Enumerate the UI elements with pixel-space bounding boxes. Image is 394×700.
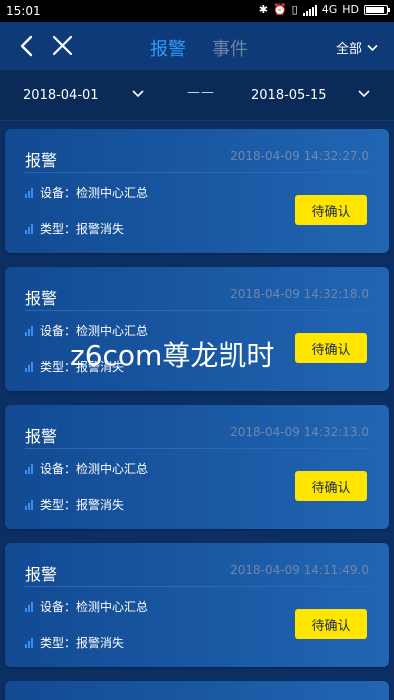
- signal-bars-icon: [25, 187, 33, 198]
- type-row: 类型：报警消失: [25, 496, 124, 513]
- network-label: 4G: [321, 3, 338, 16]
- card-title: 报警: [25, 151, 58, 170]
- vibrate-icon: ▯: [291, 3, 298, 16]
- signal-bars-icon: [25, 499, 33, 510]
- signal-icon: [302, 4, 317, 16]
- confirm-button[interactable]: 待确认: [295, 333, 367, 363]
- battery-icon: [364, 5, 390, 15]
- confirm-button[interactable]: 待确认: [295, 609, 367, 639]
- hd-label: HD: [342, 3, 359, 16]
- card-timestamp: 2018-04-09 14:32:27.0: [230, 149, 369, 163]
- alarm-card[interactable]: 报警 2018-04-09 14:11:49.0 设备：检测中心汇总 类型：报警…: [5, 543, 389, 667]
- device-label: 设备：检测中心汇总: [40, 462, 149, 476]
- device-label: 设备：检测中心汇总: [40, 600, 149, 614]
- signal-bars-icon: [25, 463, 33, 474]
- type-label: 类型：报警消失: [40, 222, 125, 236]
- chevron-down-icon: [367, 44, 378, 51]
- type-row: 类型：报警消失: [25, 220, 124, 237]
- bluetooth-icon: ✱: [258, 3, 268, 16]
- chevron-down-icon[interactable]: [358, 89, 370, 98]
- tab-event[interactable]: 事件: [212, 35, 248, 61]
- card-timestamp: 2018-04-09 14:32:18.0: [230, 287, 369, 301]
- back-button[interactable]: [14, 32, 42, 60]
- card-divider: [25, 310, 369, 311]
- card-divider: [25, 586, 369, 587]
- alarm-clock-icon: ⏰: [272, 3, 287, 16]
- type-row: 类型：报警消失: [25, 634, 124, 651]
- confirm-button[interactable]: 待确认: [295, 471, 367, 501]
- card-title: 报警: [25, 427, 58, 446]
- start-date-selector[interactable]: 2018-04-01: [23, 70, 99, 120]
- signal-bars-icon: [25, 601, 33, 612]
- nav-bar: 报警 事件 全部: [0, 22, 394, 70]
- watermark-text: z6com尊龙凯时: [70, 339, 275, 372]
- device-row: 设备：检测中心汇总: [25, 460, 148, 477]
- device-label: 设备：检测中心汇总: [40, 186, 149, 200]
- back-arrow-icon: [20, 35, 33, 57]
- close-icon: [52, 35, 73, 56]
- type-label: 类型：报警消失: [40, 636, 125, 650]
- alarm-card-partial[interactable]: [5, 681, 389, 700]
- filter-dropdown[interactable]: 全部: [336, 38, 378, 57]
- card-divider: [25, 172, 369, 173]
- filter-label: 全部: [335, 42, 362, 57]
- alarm-card[interactable]: 报警 2018-04-09 14:32:27.0 设备：检测中心汇总 类型：报警…: [5, 129, 389, 253]
- status-icons: ✱ ⏰ ▯ 4G HD: [258, 3, 390, 17]
- card-title: 报警: [25, 565, 58, 584]
- signal-bars-icon: [25, 223, 33, 234]
- date-range-bar: 2018-04-01 —— 2018-05-15: [0, 70, 394, 121]
- card-divider: [25, 448, 369, 449]
- type-label: 类型：报警消失: [40, 498, 125, 512]
- tab-alarm[interactable]: 报警: [150, 35, 186, 61]
- signal-bars-icon: [25, 637, 33, 648]
- device-row: 设备：检测中心汇总: [25, 598, 148, 615]
- signal-bars-icon: [25, 361, 33, 372]
- alarm-card[interactable]: 报警 2018-04-09 14:32:13.0 设备：检测中心汇总 类型：报警…: [5, 405, 389, 529]
- status-bar: 15:01 ✱ ⏰ ▯ 4G HD: [0, 0, 394, 22]
- card-title: 报警: [25, 289, 58, 308]
- start-date: 2018-04-01: [23, 87, 99, 103]
- card-timestamp: 2018-04-09 14:11:49.0: [230, 563, 369, 577]
- end-date: 2018-05-15: [251, 87, 327, 103]
- signal-bars-icon: [25, 325, 33, 336]
- device-row: 设备：检测中心汇总: [25, 184, 148, 201]
- date-separator: ——: [187, 85, 215, 100]
- end-date-selector[interactable]: 2018-05-15: [251, 70, 327, 120]
- status-time: 15:01: [6, 4, 41, 18]
- card-timestamp: 2018-04-09 14:32:13.0: [230, 425, 369, 439]
- chevron-down-icon[interactable]: [132, 89, 144, 98]
- confirm-button[interactable]: 待确认: [295, 195, 367, 225]
- close-button[interactable]: [48, 32, 76, 60]
